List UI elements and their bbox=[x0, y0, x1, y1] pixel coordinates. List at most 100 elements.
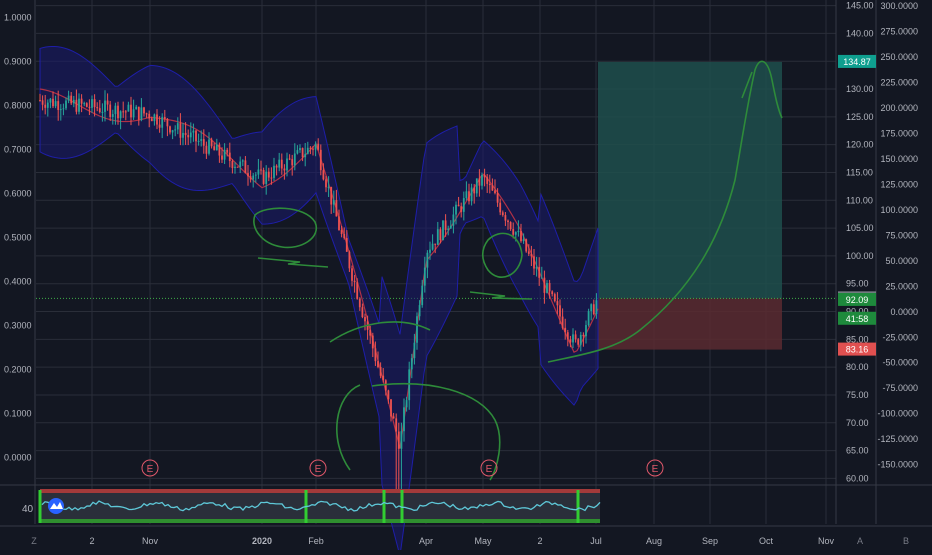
price-axis-tick-5: 120.00 bbox=[846, 140, 874, 150]
right-axis-tick-0: 300.0000 bbox=[880, 1, 918, 11]
candle-body bbox=[179, 123, 182, 138]
candle-body bbox=[319, 149, 322, 171]
candle-body bbox=[340, 230, 343, 235]
candle-body bbox=[579, 334, 582, 345]
candle-body bbox=[548, 283, 551, 292]
candle-body bbox=[145, 113, 148, 115]
candle-body bbox=[449, 225, 452, 229]
candle-body bbox=[195, 130, 197, 142]
price-axis-tick-1: 140.00 bbox=[846, 28, 874, 38]
candle-body bbox=[361, 307, 364, 318]
candle-body bbox=[348, 251, 351, 269]
chart-stage: E E E E 40 1.0000 0.9000 0.8000 0.7000 0.6000 0.… bbox=[0, 0, 932, 555]
candle-body bbox=[509, 222, 512, 230]
candle-body bbox=[533, 256, 535, 269]
candle-body bbox=[184, 132, 187, 136]
left-axis-tick-8: 0.2000 bbox=[4, 365, 32, 375]
candle-body bbox=[527, 251, 530, 254]
candle-body bbox=[140, 107, 143, 120]
candle-body bbox=[270, 177, 273, 179]
candle-body bbox=[592, 304, 595, 315]
candle-body bbox=[200, 139, 203, 141]
candle-body bbox=[249, 176, 252, 180]
candle-body bbox=[241, 160, 244, 162]
candle-body bbox=[587, 311, 590, 326]
candle-body bbox=[470, 187, 473, 202]
candle-body bbox=[299, 148, 301, 151]
candle-body bbox=[132, 109, 135, 118]
candle-body bbox=[293, 153, 296, 166]
candle-body bbox=[403, 407, 405, 432]
right-axis-tick-18: -150.0000 bbox=[877, 460, 918, 470]
price-chart[interactable]: E E E E 40 1.0000 0.9000 0.8000 0.7000 0.6000 0.… bbox=[0, 0, 932, 555]
candle-body bbox=[247, 173, 249, 177]
candle-body bbox=[540, 277, 543, 279]
candle-body bbox=[304, 153, 307, 158]
candle-body bbox=[452, 214, 455, 226]
left-axis-tick-2: 0.8000 bbox=[4, 101, 32, 111]
candle-body bbox=[312, 148, 314, 150]
candle-body bbox=[377, 361, 379, 368]
candle-body bbox=[387, 390, 390, 400]
candle-body bbox=[582, 334, 585, 337]
right-axis-tick-9: 75.0000 bbox=[885, 230, 918, 240]
candle-body bbox=[353, 280, 356, 283]
candle-body bbox=[455, 204, 457, 215]
candle-body bbox=[457, 204, 460, 207]
candle-body bbox=[418, 305, 421, 317]
candle-body bbox=[468, 191, 470, 202]
x-axis-tick-3: Feb bbox=[308, 536, 324, 546]
candle-body bbox=[559, 305, 561, 317]
candle-body bbox=[101, 111, 104, 113]
candle-body bbox=[481, 174, 483, 186]
candle-body bbox=[291, 159, 294, 166]
candle-body bbox=[80, 98, 83, 104]
candle-body bbox=[283, 168, 286, 171]
candle-body bbox=[408, 369, 411, 401]
left-axis-tick-9: 0.1000 bbox=[4, 409, 32, 419]
candle-body bbox=[72, 99, 75, 104]
candle-body bbox=[62, 108, 65, 110]
left-axis-tick-6: 0.4000 bbox=[4, 277, 32, 287]
candle-body bbox=[67, 95, 70, 101]
candle-body bbox=[574, 334, 577, 340]
candle-body bbox=[421, 285, 424, 306]
candle-body bbox=[187, 135, 190, 138]
candle-body bbox=[83, 103, 86, 105]
price-axis-tick-4: 125.00 bbox=[846, 112, 874, 122]
bottom-button-0: Z bbox=[31, 536, 37, 546]
candle-body bbox=[374, 348, 377, 362]
candle-body bbox=[486, 177, 489, 184]
candle-body bbox=[538, 266, 541, 278]
x-axis-tick-9: Sep bbox=[702, 536, 718, 546]
candle-body bbox=[59, 109, 62, 111]
price-axis-tick-9: 100.00 bbox=[846, 251, 874, 261]
candle-body bbox=[236, 166, 239, 168]
candle-body bbox=[111, 114, 114, 117]
right-axis-tick-2: 250.0000 bbox=[880, 52, 918, 62]
candle-body bbox=[535, 266, 538, 269]
candle-body bbox=[494, 190, 496, 194]
candle-body bbox=[228, 152, 231, 162]
price-axis-tick-8: 105.00 bbox=[846, 223, 874, 233]
candle-body bbox=[208, 139, 210, 154]
candle-body bbox=[309, 147, 312, 149]
candle-body bbox=[384, 380, 387, 391]
candle-body bbox=[171, 130, 174, 133]
earnings-marker-label-3: E bbox=[652, 464, 659, 475]
x-axis-tick-10: Oct bbox=[759, 536, 774, 546]
price-axis-tick-15: 70.00 bbox=[846, 418, 869, 428]
right-axis-tick-10: 50.0000 bbox=[885, 256, 918, 266]
candle-body bbox=[314, 143, 317, 150]
candle-body bbox=[345, 238, 348, 252]
candle-body bbox=[156, 114, 158, 125]
price-label-2: 92.09 bbox=[846, 295, 869, 305]
candle-body bbox=[166, 118, 169, 127]
candle-body bbox=[296, 150, 299, 154]
osc-level-label: 40 bbox=[22, 504, 34, 515]
candle-body bbox=[260, 169, 262, 171]
candle-body bbox=[124, 111, 127, 113]
candle-body bbox=[213, 146, 216, 151]
price-axis-tick-7: 110.00 bbox=[846, 195, 873, 205]
candle-body bbox=[137, 106, 140, 120]
